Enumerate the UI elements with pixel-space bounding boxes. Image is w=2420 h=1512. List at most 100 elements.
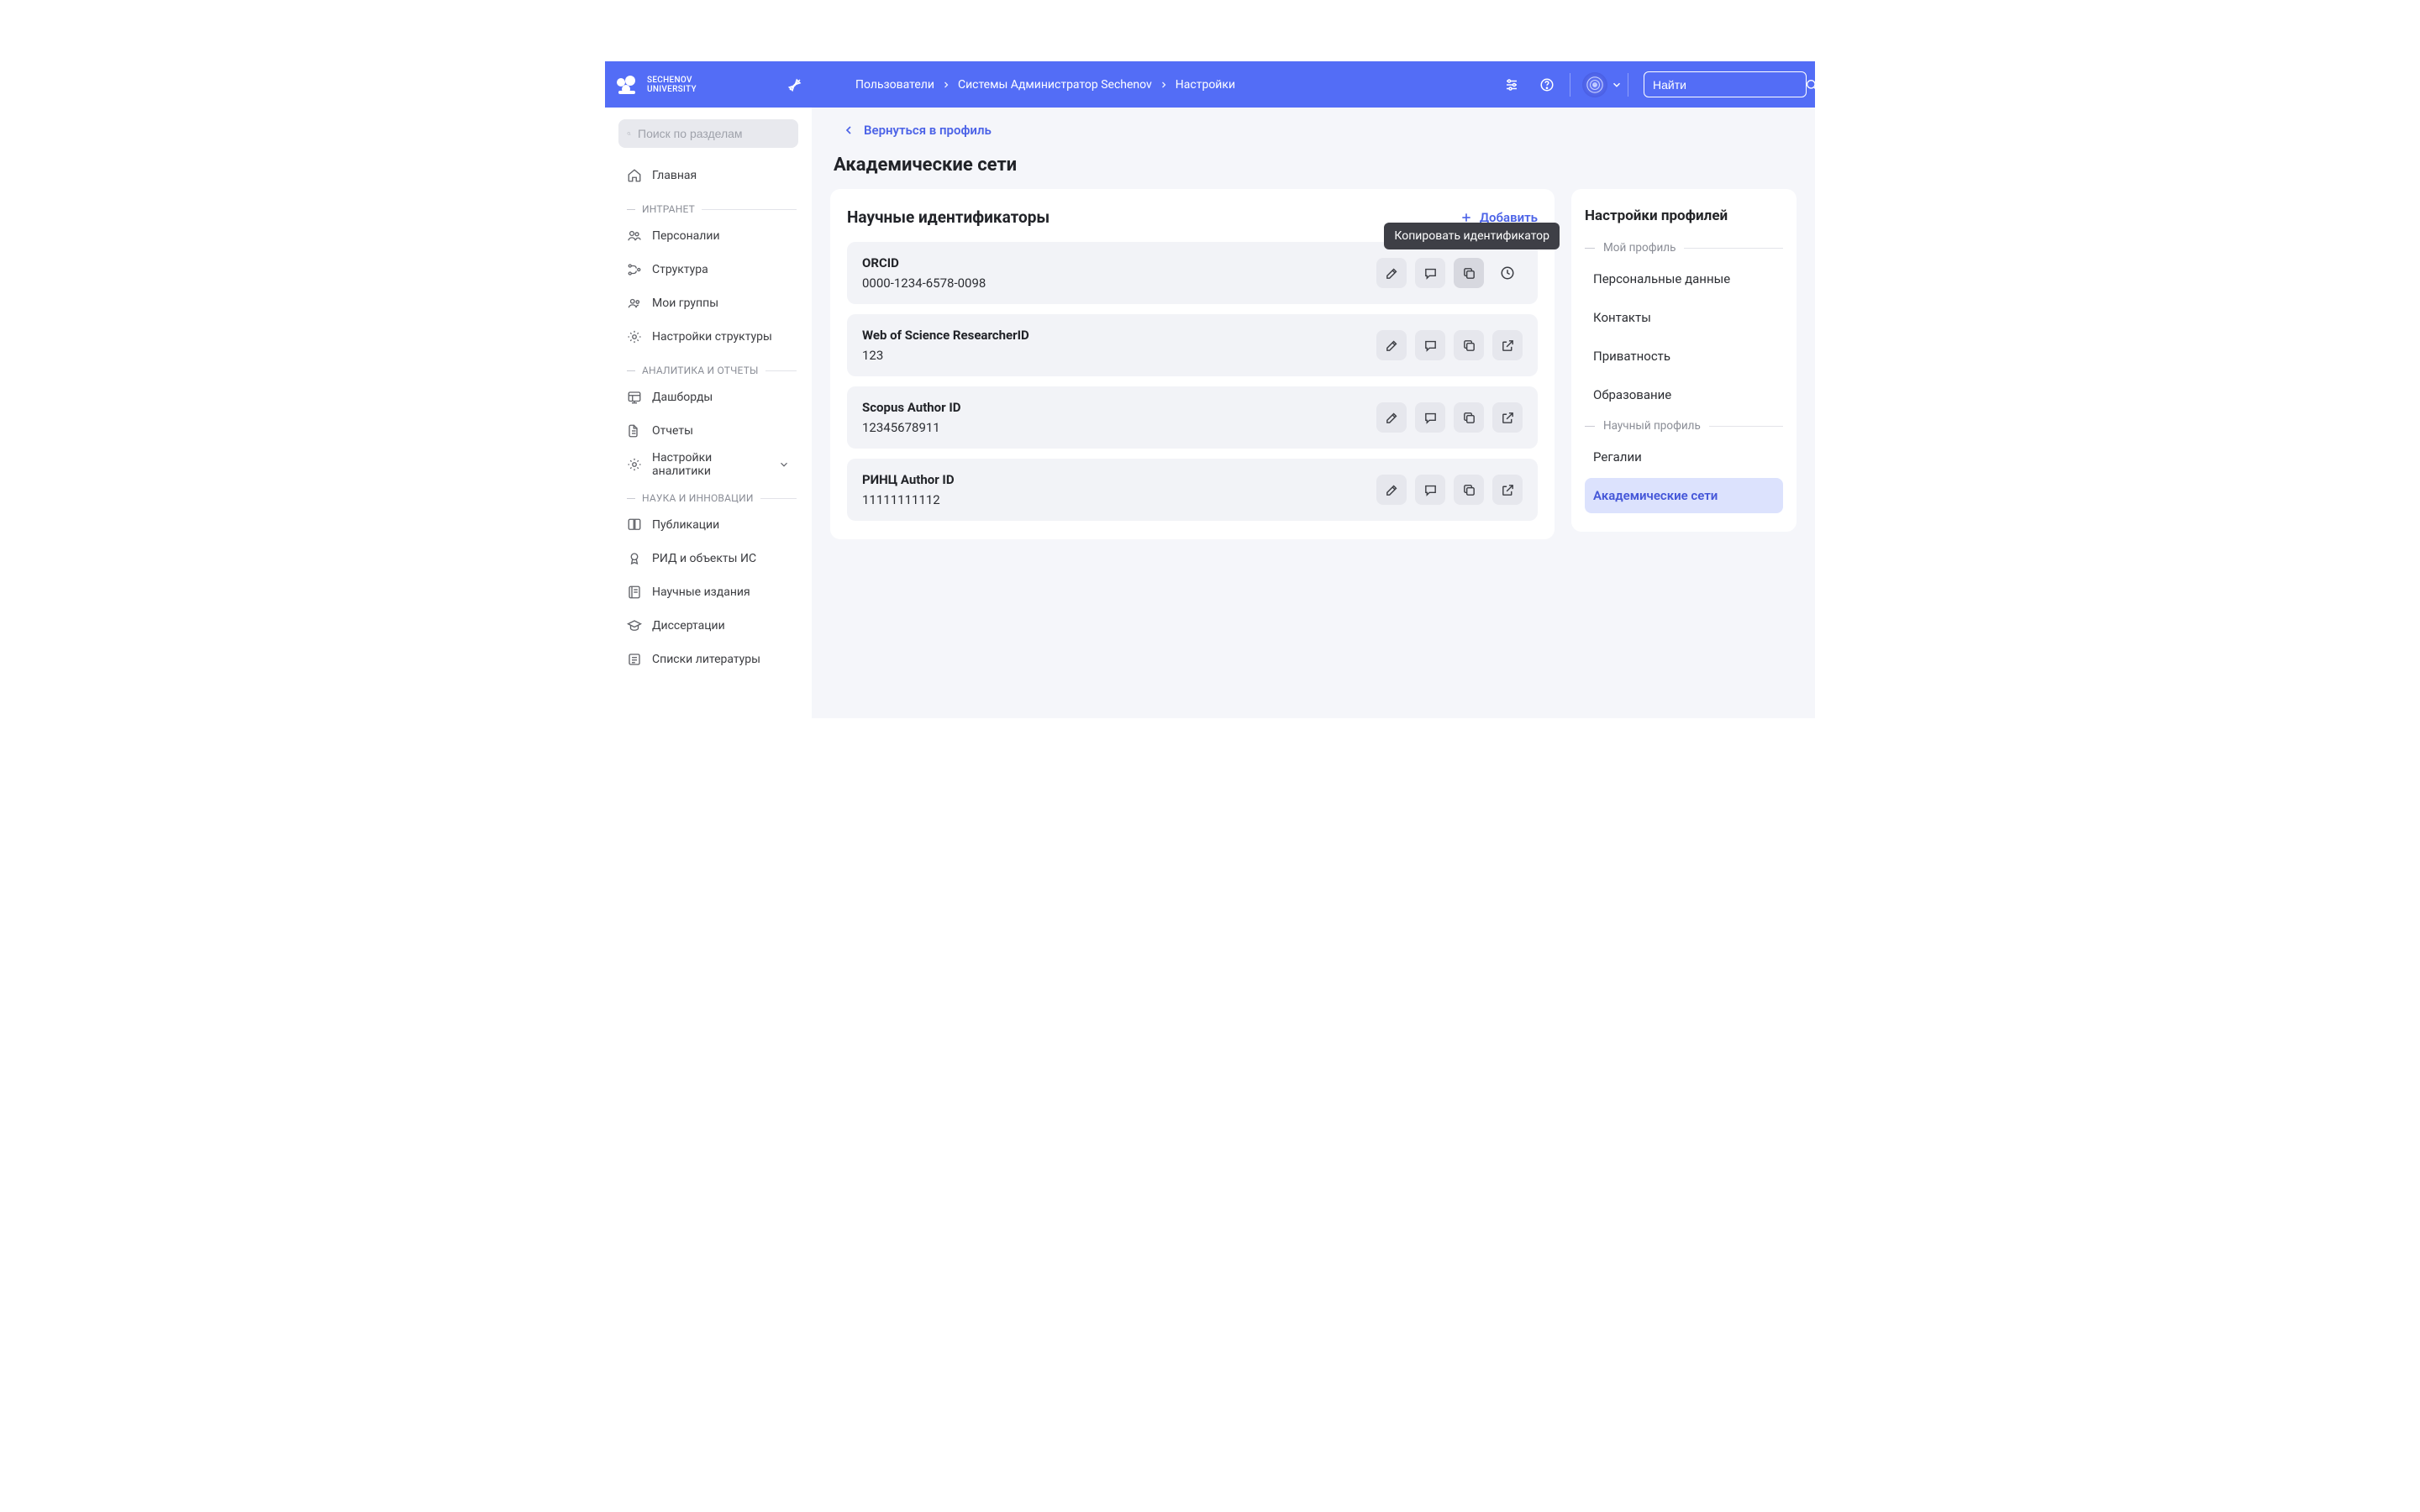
sidebar-item-label: Главная <box>652 169 697 182</box>
right-panel-item[interactable]: Регалии <box>1585 439 1783 475</box>
open-external-button[interactable] <box>1492 475 1523 505</box>
copy-button[interactable] <box>1454 402 1484 433</box>
sidebar: Главная ИНТРАНЕТ Персоналии Структура Мои г… <box>605 108 812 718</box>
sidebar-item-label: Мои группы <box>652 297 718 310</box>
grad-icon <box>627 618 642 633</box>
award-icon <box>627 551 642 566</box>
comment-button[interactable] <box>1415 402 1445 433</box>
open-external-button[interactable] <box>1492 402 1523 433</box>
settings-sliders-button[interactable] <box>1494 67 1529 102</box>
copy-button[interactable] <box>1454 475 1484 505</box>
breadcrumb-item[interactable]: Пользователи <box>855 78 934 92</box>
sidebar-item[interactable]: Настройки структуры <box>618 321 798 353</box>
breadcrumb-item[interactable]: Настройки <box>1176 78 1235 92</box>
right-panel-item[interactable]: Академические сети <box>1585 478 1783 513</box>
edit-button[interactable] <box>1376 330 1407 360</box>
sidebar-section-header: ИНТРАНЕТ <box>612 193 805 218</box>
sidebar-item-label: Персоналии <box>652 229 720 243</box>
right-panel-item[interactable]: Контакты <box>1585 300 1783 335</box>
groups-icon <box>627 296 642 311</box>
gear-icon <box>627 329 642 344</box>
right-panel-title: Настройки профилей <box>1585 207 1783 224</box>
sidebar-item-label: Структура <box>652 263 708 276</box>
identifier-value: 0000-1234-6578-0098 <box>862 276 1376 291</box>
identifier-name: Scopus Author ID <box>862 400 1376 415</box>
edit-button[interactable] <box>1376 258 1407 288</box>
identifier-value: 12345678911 <box>862 420 1376 435</box>
sidebar-item[interactable]: Дашборды <box>618 381 798 413</box>
logo-text: SECHENOV UNIVERSITY <box>647 76 697 94</box>
identifier-actions <box>1376 402 1523 433</box>
header-actions <box>1494 67 1807 102</box>
right-section-scientific-profile: Научный профиль <box>1585 419 1783 433</box>
identifier-row: Scopus Author ID 12345678911 <box>847 386 1538 449</box>
copy-button[interactable] <box>1454 258 1484 288</box>
sidebar-search[interactable] <box>618 119 798 148</box>
sidebar-item[interactable]: Мои группы <box>618 287 798 319</box>
breadcrumb-item[interactable]: Системы Администратор Sechenov <box>958 78 1152 92</box>
identifier-row: Web of Science ResearcherID 123 <box>847 314 1538 376</box>
chevron-right-icon <box>1159 80 1169 90</box>
edit-button[interactable] <box>1376 402 1407 433</box>
struct-icon <box>627 262 642 277</box>
user-menu[interactable] <box>1579 72 1623 97</box>
edit-button[interactable] <box>1376 475 1407 505</box>
sidebar-item-home[interactable]: Главная <box>618 160 798 192</box>
blank-top-spacer <box>605 0 1815 61</box>
right-panel-item[interactable]: Персональные данные <box>1585 261 1783 297</box>
sidebar-item-label: Диссертации <box>652 619 725 633</box>
sidebar-item[interactable]: РИД и объекты ИС <box>618 543 798 575</box>
sidebar-item[interactable]: Научные издания <box>618 576 798 608</box>
sidebar-item-label: Списки литературы <box>652 653 760 666</box>
chevron-left-icon <box>842 123 855 137</box>
history-button[interactable] <box>1492 258 1523 288</box>
identifier-actions: Копировать идентификатор <box>1376 258 1523 288</box>
identifier-name: Web of Science ResearcherID <box>862 328 1376 343</box>
comment-button[interactable] <box>1415 330 1445 360</box>
list-icon <box>627 652 642 667</box>
right-panel: Настройки профилей Мой профиль Персональ… <box>1571 189 1797 539</box>
identifier-name: РИНЦ Author ID <box>862 472 1376 487</box>
comment-button[interactable] <box>1415 475 1445 505</box>
page-title: Академические сети <box>834 155 1797 176</box>
global-search[interactable] <box>1644 71 1807 97</box>
sidebar-item[interactable]: Отчеты <box>618 415 798 447</box>
sidebar-search-input[interactable] <box>638 127 790 140</box>
journal-icon <box>627 585 642 600</box>
identifier-actions <box>1376 330 1523 360</box>
right-panel-item[interactable]: Приватность <box>1585 339 1783 374</box>
identifiers-card: Научные идентификаторы Добавить ORCID000… <box>830 189 1555 539</box>
copy-button[interactable] <box>1454 330 1484 360</box>
sidebar-item[interactable]: Публикации <box>618 509 798 541</box>
identifier-actions <box>1376 475 1523 505</box>
breadcrumb: Пользователи Системы Администратор Seche… <box>855 78 1235 92</box>
sidebar-item[interactable]: Списки литературы <box>618 643 798 675</box>
identifier-value: 123 <box>862 348 1376 363</box>
back-link-label: Вернуться в профиль <box>864 123 992 138</box>
app-header: SECHENOV UNIVERSITY Пользователи Системы… <box>605 61 1815 108</box>
global-search-input[interactable] <box>1653 78 1805 92</box>
users-icon <box>627 228 642 244</box>
body-layout: Главная ИНТРАНЕТ Персоналии Структура Мои г… <box>605 108 1815 718</box>
book-icon <box>627 517 642 533</box>
back-link[interactable]: Вернуться в профиль <box>842 123 1797 138</box>
sidebar-item[interactable]: Персоналии <box>618 220 798 252</box>
sidebar-item-label: РИД и объекты ИС <box>652 552 756 565</box>
chevron-right-icon <box>941 80 951 90</box>
sidebar-item-label: Настройки структуры <box>652 330 772 344</box>
chevron-down-icon <box>1611 79 1623 91</box>
pin-button[interactable] <box>781 71 808 98</box>
open-external-button[interactable] <box>1492 330 1523 360</box>
gear-icon <box>627 457 642 472</box>
sidebar-item[interactable]: Настройки аналитики <box>618 449 798 480</box>
right-panel-item[interactable]: Образование <box>1585 377 1783 412</box>
comment-button[interactable] <box>1415 258 1445 288</box>
sidebar-item[interactable]: Структура <box>618 254 798 286</box>
right-section-my-profile: Мой профиль <box>1585 241 1783 255</box>
sidebar-item[interactable]: Диссертации <box>618 610 798 642</box>
logo-icon <box>613 72 640 97</box>
sidebar-item-label: Дашборды <box>652 391 713 404</box>
logo[interactable]: SECHENOV UNIVERSITY <box>613 72 773 97</box>
search-icon <box>627 127 631 140</box>
help-button[interactable] <box>1529 67 1565 102</box>
